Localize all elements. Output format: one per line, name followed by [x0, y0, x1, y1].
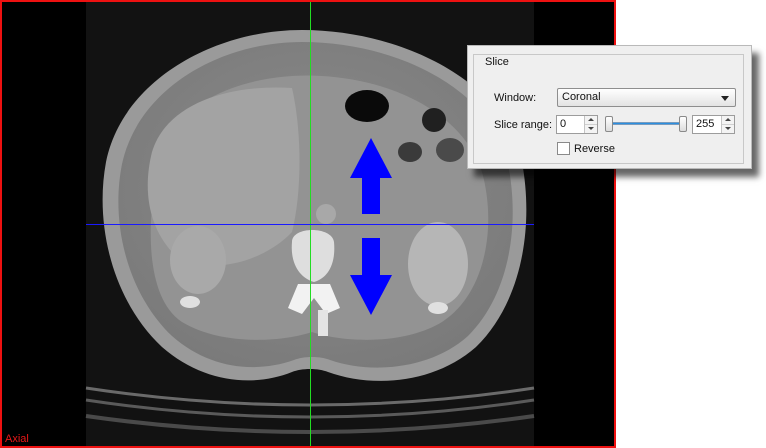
window-dropdown[interactable]: Coronal: [557, 88, 736, 107]
group-title: Slice: [483, 56, 511, 68]
slice-range-slider[interactable]: [605, 114, 687, 135]
slice-range-max-value: 255: [696, 118, 715, 130]
slider-handle-min[interactable]: [605, 116, 613, 132]
slice-range-min-spinbox[interactable]: 0: [556, 115, 598, 134]
spin-up-icon[interactable]: [722, 116, 734, 125]
spin-buttons: [584, 116, 597, 133]
spin-buttons: [721, 116, 734, 133]
reverse-checkbox[interactable]: [557, 142, 570, 155]
spin-up-icon[interactable]: [585, 116, 597, 125]
slice-panel: Slice Window: Coronal Slice range: 0 255: [467, 45, 752, 169]
window-dropdown-value: Coronal: [562, 91, 601, 103]
slice-range-min-value: 0: [560, 118, 567, 130]
chevron-down-icon[interactable]: [721, 96, 729, 101]
slice-group-box: Slice Window: Coronal Slice range: 0 255: [473, 54, 744, 164]
spin-down-icon[interactable]: [722, 125, 734, 133]
slice-range-label: Slice range:: [494, 119, 553, 131]
spin-down-icon[interactable]: [585, 125, 597, 133]
view-label: Axial: [5, 433, 29, 445]
slider-handle-max[interactable]: [679, 116, 687, 132]
reverse-label[interactable]: Reverse: [574, 142, 615, 156]
window-label: Window:: [494, 92, 537, 104]
slice-range-max-spinbox[interactable]: 255: [692, 115, 735, 134]
crosshair-horizontal[interactable]: [86, 224, 534, 225]
slider-track[interactable]: [607, 122, 685, 125]
